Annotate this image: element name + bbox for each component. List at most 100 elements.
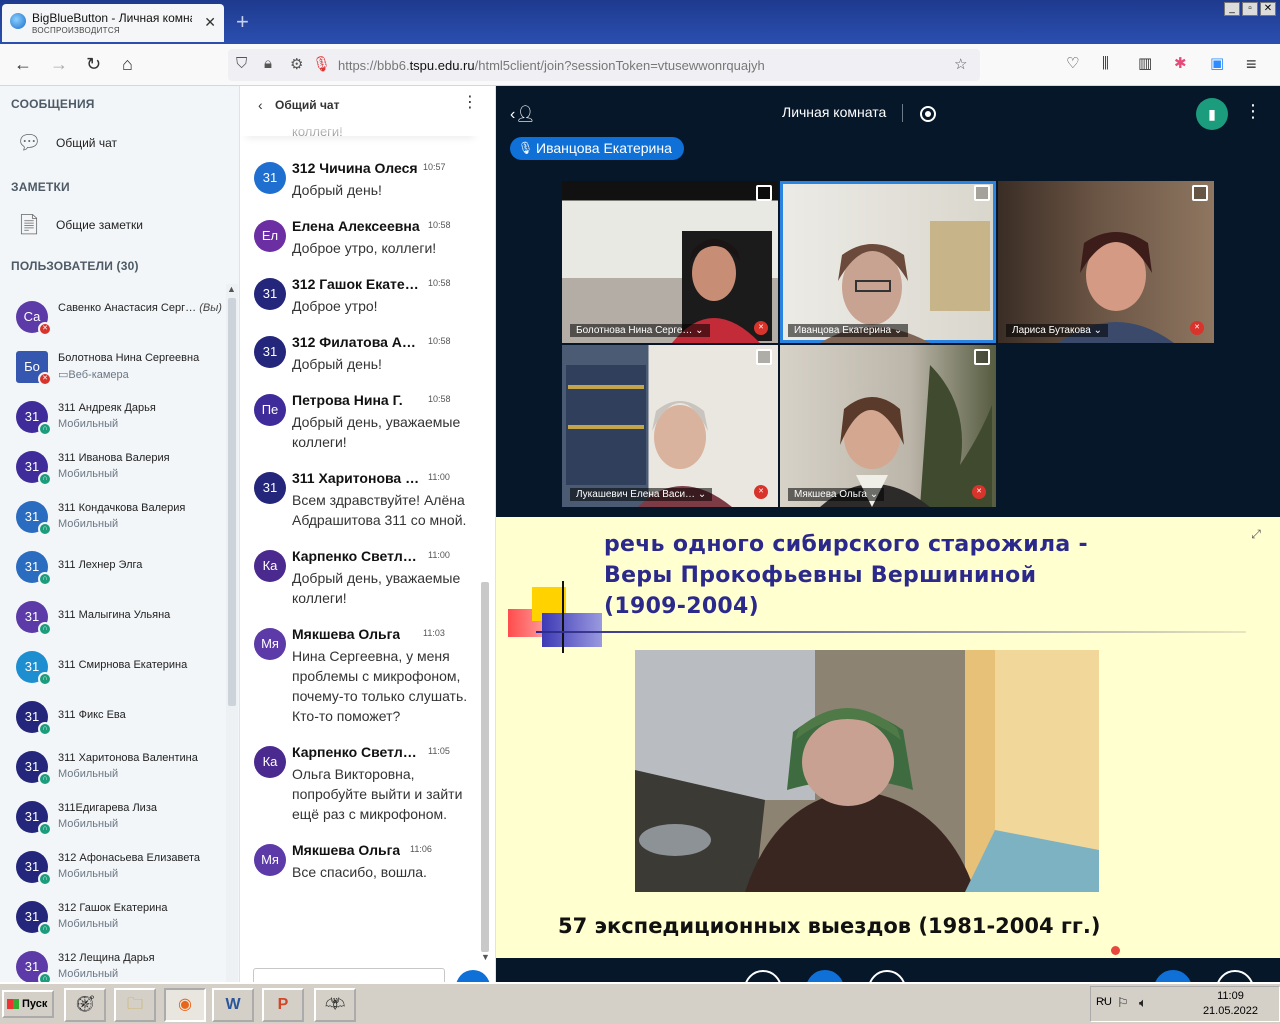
browser-tab[interactable]: BigBlueButton - Личная комната ВОСПРОИЗВ… bbox=[2, 4, 224, 42]
user-row[interactable]: 31 ∩ 311 Кондачкова Валерия Мобильный bbox=[0, 492, 226, 542]
fullscreen-icon[interactable] bbox=[756, 349, 772, 365]
user-row[interactable]: 31 ∩ 311 Лехнер Элга bbox=[0, 542, 226, 592]
library-icon[interactable]: ⫼ bbox=[1102, 54, 1109, 74]
fullscreen-icon[interactable] bbox=[974, 349, 990, 365]
chat-message-list: 31 312 Чичина Олеся 10:57 Добрый день! Е… bbox=[240, 160, 480, 900]
firefox-icon[interactable]: ◉ bbox=[164, 988, 206, 1022]
new-tab-icon[interactable]: + bbox=[236, 8, 249, 36]
clock-time: 11:09 bbox=[1217, 990, 1244, 1002]
clock[interactable]: 11:09 21.05.2022 bbox=[1203, 989, 1258, 1019]
sidebar-icon[interactable]: ▥ bbox=[1138, 54, 1152, 74]
minimize-icon[interactable]: _ bbox=[1224, 2, 1240, 16]
mute-button[interactable] bbox=[744, 970, 782, 982]
bookmark-star-icon[interactable]: ☆ bbox=[954, 55, 967, 73]
lock-icon[interactable]: 🔒︎ bbox=[264, 55, 272, 72]
start-button[interactable]: Пуск bbox=[2, 990, 54, 1018]
headphones-icon: ∩ bbox=[38, 822, 52, 836]
scroll-down-icon[interactable]: ▼ bbox=[481, 952, 490, 962]
user-row[interactable]: 31 ∩ 311 Харитонова Валентина Мобильный bbox=[0, 742, 226, 792]
message-time: 10:57 bbox=[423, 162, 446, 172]
forward-icon[interactable]: → bbox=[50, 54, 68, 74]
user-row[interactable]: 31 ∩ 312 Гашок Екатерина Мобильный bbox=[0, 892, 226, 942]
public-chat-item[interactable]: 💬︎ Общий чат bbox=[16, 130, 117, 156]
video-user-name[interactable]: Иванцова Екатерина ⌄ bbox=[788, 324, 909, 337]
shield-icon[interactable]: ⛉ bbox=[236, 55, 247, 72]
video-tile[interactable]: Болотнова Нина Серге… ⌄ ✕ bbox=[562, 181, 778, 343]
recording-indicator-icon[interactable] bbox=[920, 106, 936, 122]
connection-status-icon[interactable]: ▮ bbox=[1196, 98, 1228, 130]
user-list-scrollbar[interactable]: ▲ bbox=[226, 284, 238, 982]
scrollbar-thumb[interactable] bbox=[481, 582, 489, 952]
toggle-userlist-icon[interactable]: ‹👤︎ bbox=[510, 104, 536, 124]
video-tile[interactable]: Лукашевич Елена Васи… ⌄ ✕ bbox=[562, 345, 778, 507]
video-user-name[interactable]: Болотнова Нина Серге… ⌄ bbox=[570, 324, 710, 337]
user-row[interactable]: Са ✕ Савенко Анастасия Серг… (Вы) bbox=[0, 292, 226, 342]
user-row[interactable]: 31 ∩ 311 Фикс Ева bbox=[0, 692, 226, 742]
maximize-icon[interactable]: ▫ bbox=[1242, 2, 1258, 16]
chat-scrollbar[interactable]: ▼ bbox=[478, 86, 492, 966]
powerpoint-icon[interactable]: P bbox=[262, 988, 304, 1022]
video-user-name[interactable]: Мякшева Ольга ⌄ bbox=[788, 488, 885, 501]
fullscreen-icon[interactable] bbox=[1192, 185, 1208, 201]
fullscreen-icon[interactable]: ⤢ bbox=[1246, 525, 1266, 543]
fullscreen-icon[interactable] bbox=[974, 185, 990, 201]
video-tile[interactable]: Мякшева Ольга ⌄ ✕ bbox=[780, 345, 996, 507]
user-row[interactable]: 31 ∩ 312 Афонасьева Елизавета Мобильный bbox=[0, 842, 226, 892]
video-tile[interactable]: Иванцова Екатерина ⌄ bbox=[780, 181, 996, 343]
layout-button[interactable] bbox=[1216, 970, 1254, 982]
chat-message: Пе Петрова Нина Г. 10:58 Добрый день, ув… bbox=[240, 392, 480, 452]
close-tab-icon[interactable]: ✕ bbox=[204, 14, 216, 31]
address-bar[interactable]: ⛉ 🔒︎ ⚙ 🎙︎ https://bbb6.tspu.edu.ru/html5… bbox=[228, 49, 980, 81]
user-status: Мобильный bbox=[58, 768, 119, 780]
chat-title[interactable]: Общий чат bbox=[275, 98, 339, 112]
send-message-button[interactable] bbox=[456, 970, 490, 982]
scrollbar-thumb[interactable] bbox=[228, 298, 236, 706]
pocket-icon[interactable]: ♡ bbox=[1066, 54, 1079, 74]
scroll-up-icon[interactable]: ▲ bbox=[227, 284, 236, 294]
video-tile[interactable]: Лариса Бутакова ⌄ ✕ bbox=[998, 181, 1214, 343]
participant-video bbox=[672, 231, 772, 343]
participant-video bbox=[820, 221, 990, 343]
join-audio-button[interactable] bbox=[806, 970, 844, 982]
user-row[interactable]: 31 ∩ 311 Малыгина Ульяна bbox=[0, 592, 226, 642]
video-user-name[interactable]: Лариса Бутакова ⌄ bbox=[1006, 324, 1108, 337]
user-row[interactable]: Бо ✕ Болотнова Нина Сергеевна ▭Веб-камер… bbox=[0, 342, 226, 392]
file-explorer-icon[interactable]: 🗀 bbox=[114, 988, 156, 1022]
sender-avatar: Ка bbox=[254, 746, 286, 778]
fullscreen-icon[interactable] bbox=[756, 185, 772, 201]
user-row[interactable]: 31 ∩ 311Едигарева Лиза Мобильный bbox=[0, 792, 226, 842]
user-row[interactable]: 31 ∩ 311 Смирнова Екатерина bbox=[0, 642, 226, 692]
browser-launcher-icon[interactable]: 🧭︎ bbox=[64, 988, 106, 1022]
reload-icon[interactable]: ↻ bbox=[86, 54, 101, 74]
message-time: 10:58 bbox=[428, 336, 451, 346]
permissions-icon[interactable]: ⚙ bbox=[290, 55, 303, 73]
user-row[interactable]: 31 ∩ 311 Иванова Валерия Мобильный bbox=[0, 442, 226, 492]
volume-icon[interactable]: 🔈︎ bbox=[1139, 995, 1147, 1011]
options-menu-icon[interactable]: ⋮ bbox=[1244, 102, 1262, 120]
home-icon[interactable]: ⌂ bbox=[122, 54, 133, 74]
word-icon[interactable]: W bbox=[212, 988, 254, 1022]
sender-name: Петрова Нина Г. bbox=[292, 392, 403, 408]
extension-icon[interactable]: ✱ bbox=[1174, 54, 1187, 74]
app-icon[interactable]: 🦇︎ bbox=[314, 988, 356, 1022]
chevron-left-icon[interactable]: ‹ bbox=[258, 97, 263, 113]
microphone-icon[interactable]: 🎙︎ bbox=[312, 55, 331, 73]
user-row[interactable]: 31 ∩ 312 Лещина Дарья Мобильный bbox=[0, 942, 226, 982]
video-user-name[interactable]: Лукашевич Елена Васи… ⌄ bbox=[570, 488, 713, 501]
share-webcam-button[interactable] bbox=[868, 970, 906, 982]
window-controls: _ ▫ ✕ bbox=[1224, 2, 1276, 16]
shared-notes-item[interactable]: 📄︎ Общие заметки bbox=[16, 212, 143, 238]
tray-expand-icon[interactable]: ⌃ bbox=[1099, 997, 1108, 1010]
back-icon[interactable]: ← bbox=[14, 54, 32, 74]
raise-hand-button[interactable] bbox=[1154, 970, 1192, 982]
chat-message-input[interactable] bbox=[253, 968, 445, 982]
close-window-icon[interactable]: ✕ bbox=[1260, 2, 1276, 16]
flag-icon[interactable]: ⚐ bbox=[1117, 995, 1129, 1011]
sender-avatar: Мя bbox=[254, 628, 286, 660]
zoom-extension-icon[interactable]: ▣ bbox=[1210, 54, 1224, 74]
chat-options-icon[interactable]: ⋮ bbox=[462, 95, 478, 111]
mic-muted-icon: ✕ bbox=[754, 485, 768, 499]
user-row[interactable]: 31 ∩ 311 Андреяк Дарья Мобильный bbox=[0, 392, 226, 442]
menu-icon[interactable]: ≡ bbox=[1246, 54, 1257, 74]
participant-video bbox=[1058, 232, 1174, 343]
